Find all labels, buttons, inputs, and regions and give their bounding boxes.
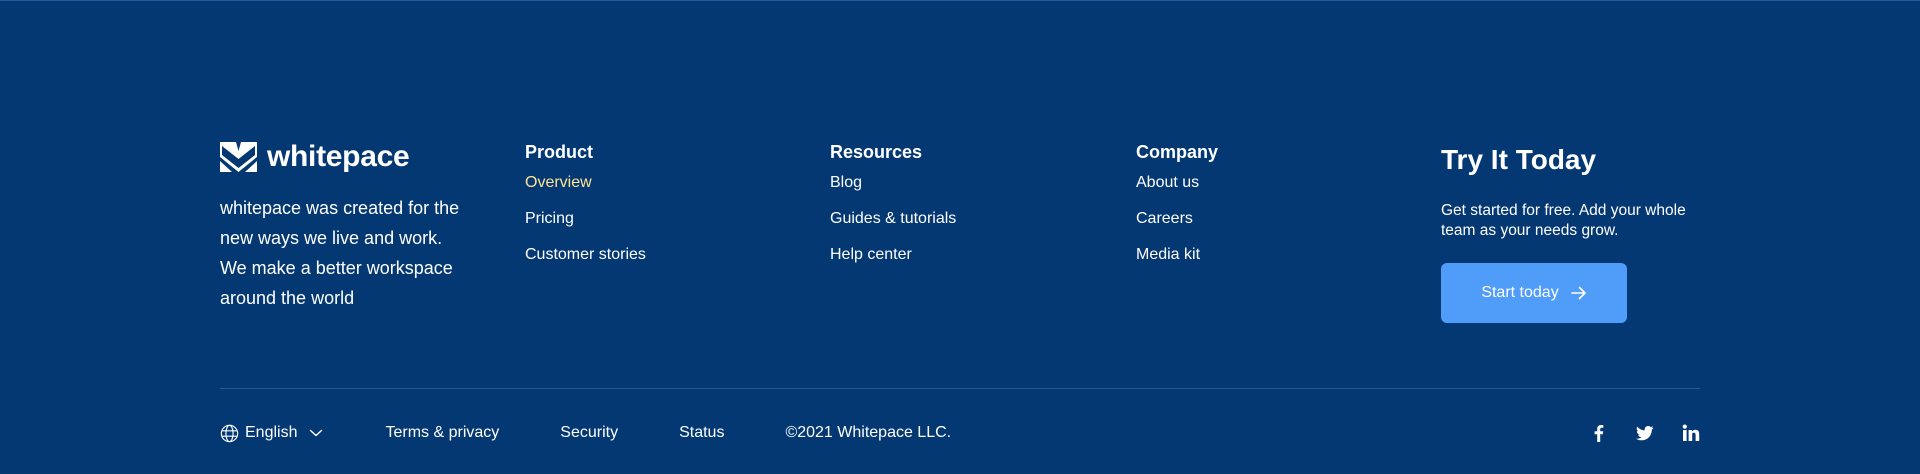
footer-link-pricing[interactable]: Pricing: [525, 209, 646, 229]
footer-column-company: Company About us Careers Media kit: [1136, 141, 1218, 281]
arrow-right-icon: [1570, 286, 1586, 300]
linkedin-icon[interactable]: [1682, 424, 1700, 442]
footer-column-resources: Resources Blog Guides & tutorials Help c…: [830, 141, 956, 281]
language-selector[interactable]: English: [220, 423, 323, 443]
security-link[interactable]: Security: [560, 423, 618, 443]
top-border: [0, 0, 1920, 1]
chevron-down-icon: [310, 429, 323, 437]
language-label: English: [245, 424, 298, 441]
logo[interactable]: whitepace: [220, 141, 480, 173]
cta-description: Get started for free. Add your whole tea…: [1441, 202, 1686, 239]
footer-link-help-center[interactable]: Help center: [830, 245, 956, 265]
terms-privacy-link[interactable]: Terms & privacy: [385, 423, 499, 443]
footer-link-customer-stories[interactable]: Customer stories: [525, 245, 646, 265]
brand-name: whitepace: [267, 140, 410, 173]
footer-link-overview[interactable]: Overview: [525, 173, 646, 193]
column-title: Resources: [830, 142, 923, 162]
footer-link-careers[interactable]: Careers: [1136, 209, 1218, 229]
column-title: Company: [1136, 142, 1219, 162]
try-it-today-block: Try It Today Get started for free. Add y…: [1441, 141, 1700, 323]
brand-block: whitepace whitepace was created for the …: [220, 141, 480, 313]
footer-link-blog[interactable]: Blog: [830, 173, 956, 193]
facebook-icon[interactable]: [1590, 424, 1608, 442]
globe-icon: [220, 424, 239, 442]
brand-tagline: whitepace was created for the new ways w…: [220, 198, 460, 308]
start-today-button[interactable]: Start today: [1441, 263, 1627, 323]
footer-column-product: Product Overview Pricing Customer storie…: [525, 141, 646, 281]
footer-divider: [220, 388, 1700, 389]
whitepace-logo-icon: [220, 142, 257, 172]
twitter-icon[interactable]: [1636, 424, 1654, 442]
footer-link-media-kit[interactable]: Media kit: [1136, 245, 1218, 265]
footer-link-guides[interactable]: Guides & tutorials: [830, 209, 956, 229]
footer-bottom-bar: English Terms & privacy Security Status …: [220, 418, 1700, 448]
social-links: [1590, 424, 1700, 442]
status-link[interactable]: Status: [679, 423, 724, 443]
copyright: ©2021 Whitepace LLC.: [785, 424, 952, 441]
footer-link-about-us[interactable]: About us: [1136, 173, 1218, 193]
cta-title: Try It Today: [1441, 144, 1597, 175]
site-footer: whitepace whitepace was created for the …: [220, 141, 1700, 341]
column-title: Product: [525, 142, 594, 162]
start-today-label: Start today: [1481, 284, 1559, 301]
